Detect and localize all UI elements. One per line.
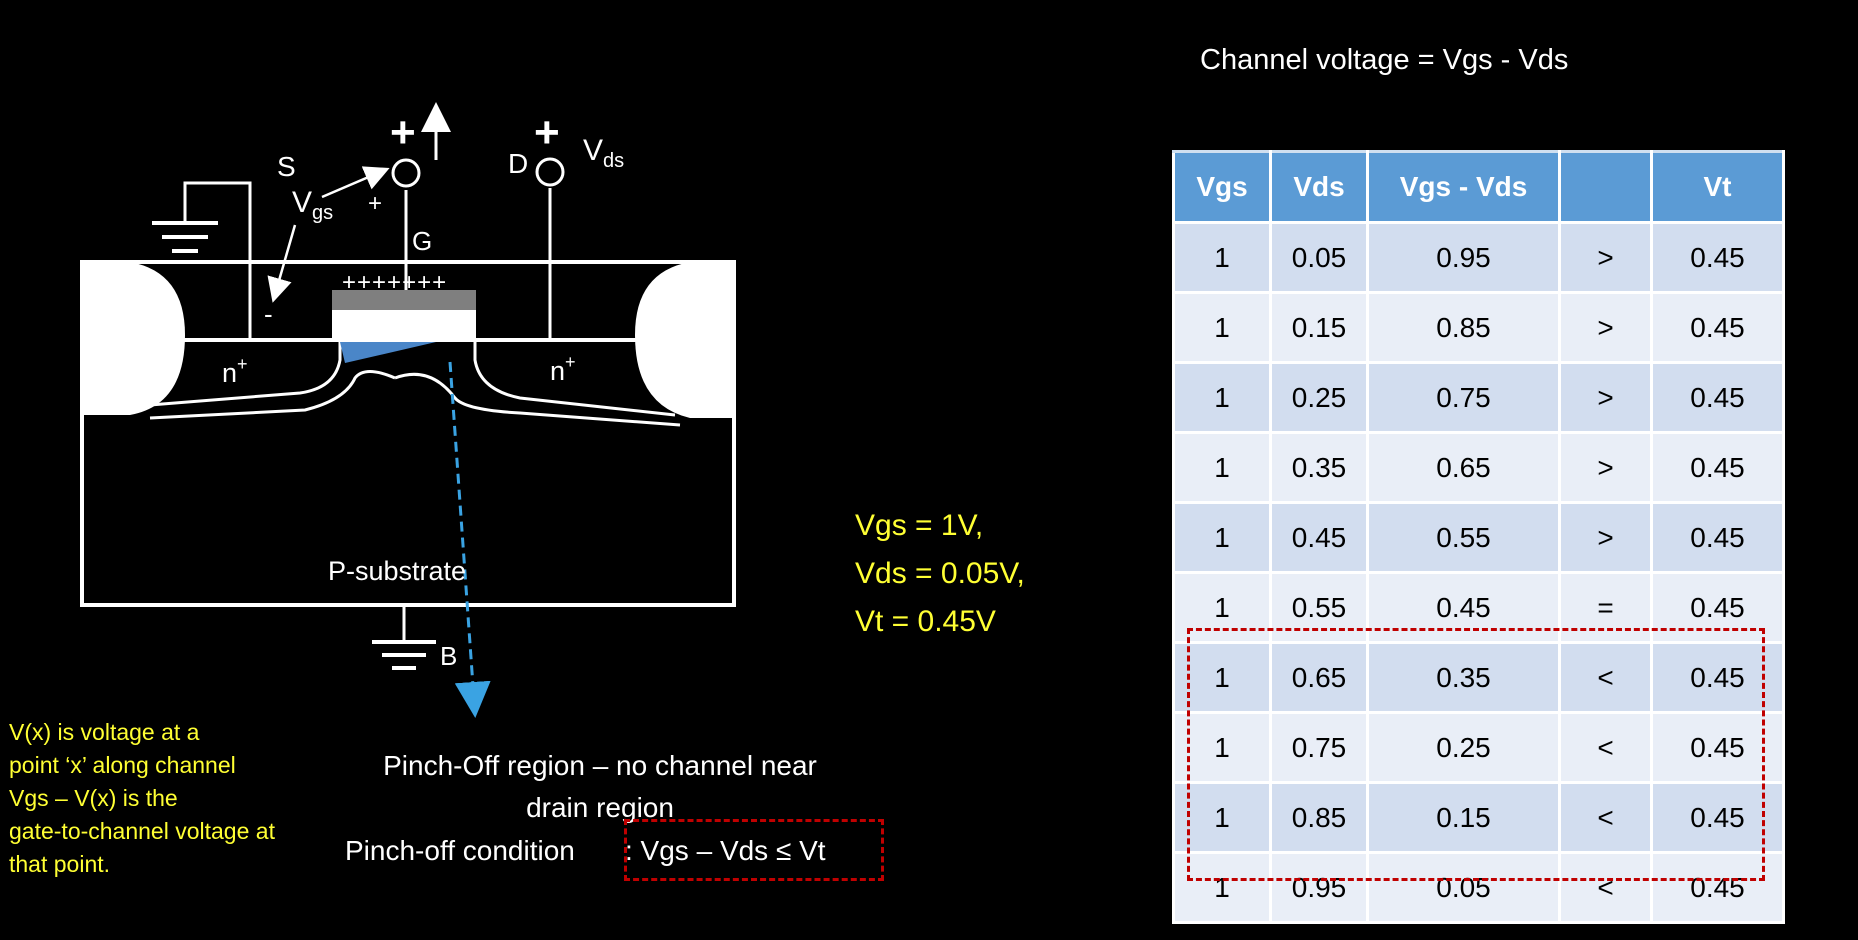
table-row: 1 0.45 0.55 >0.45 (1172, 501, 1785, 574)
note-line-5: that point. (9, 851, 111, 877)
n-right-sup: + (565, 352, 576, 372)
table-row: 1 0.35 0.65 >0.45 (1172, 431, 1785, 504)
drain-terminal-icon (535, 157, 565, 187)
cell-vgs: 1 (1172, 361, 1272, 434)
cell-vt: 0.45 (1650, 291, 1785, 364)
cell-vds: 0.15 (1269, 291, 1369, 364)
cell-vgs: 1 (1172, 431, 1272, 504)
cell-vgs: 1 (1172, 501, 1272, 574)
condition-vgs: Vgs = 1V, (855, 509, 984, 542)
header-vgs-minus-vds: Vgs - Vds (1366, 150, 1561, 224)
source-contact (82, 262, 185, 415)
p-substrate-label: P-substrate (328, 556, 466, 586)
gate-charges: +++++++ (342, 269, 447, 296)
cell-compare: > (1558, 291, 1653, 364)
pinch-off-rows-highlight-box (1187, 628, 1765, 881)
gate-plus-small: + (368, 190, 382, 217)
gate-plus-sign: + (390, 108, 416, 157)
channel-voltage-title: Channel voltage = Vgs - Vds (1200, 44, 1569, 76)
gate-terminal-icon (391, 158, 421, 188)
cell-diff: 0.55 (1366, 501, 1561, 574)
cell-vt: 0.45 (1650, 361, 1785, 434)
n-plus-right-label: n+ (550, 352, 576, 386)
table-row: 1 0.25 0.75 >0.45 (1172, 361, 1785, 434)
drain-contact (635, 262, 734, 418)
channel-voltage-notes: V(x) is voltage at a point ‘x’ along cha… (9, 716, 275, 881)
cell-vt: 0.45 (1650, 221, 1785, 294)
pinch-off-condition-label: Pinch-off condition (345, 835, 575, 866)
inversion-channel (340, 342, 436, 363)
body-label: B (440, 641, 457, 671)
cell-compare: > (1558, 221, 1653, 294)
header-compare (1558, 150, 1653, 224)
n-right-main: n (550, 356, 565, 386)
condition-values: Vgs = 1V, Vds = 0.05V, Vt = 0.45V (855, 502, 1025, 646)
drain-plus-sign: + (534, 108, 560, 157)
n-plus-left-label: n+ (222, 354, 248, 388)
vds-label: Vds (583, 134, 624, 172)
header-vt: Vt (1650, 150, 1785, 224)
vgs-main: V (292, 186, 312, 219)
pinch-off-region-text: Pinch-Off region – no channel near drain… (335, 745, 865, 829)
note-line-2: point ‘x’ along channel (9, 752, 236, 778)
cell-diff: 0.95 (1366, 221, 1561, 294)
gate-poly (332, 310, 476, 338)
cell-compare: > (1558, 501, 1653, 574)
cell-vds: 0.05 (1269, 221, 1369, 294)
table-row: 1 0.15 0.85 >0.45 (1172, 291, 1785, 364)
note-line-1: V(x) is voltage at a (9, 719, 200, 745)
drain-label: D (508, 148, 528, 179)
pinch-off-condition-expression: : Vgs – Vds ≤ Vt (625, 835, 826, 866)
cell-vds: 0.25 (1269, 361, 1369, 434)
header-vgs: Vgs (1172, 150, 1272, 224)
cell-compare: > (1558, 431, 1653, 504)
cell-compare: > (1558, 361, 1653, 434)
cell-vds: 0.35 (1269, 431, 1369, 504)
cell-vgs: 1 (1172, 221, 1272, 294)
vgs-label: Vgs (292, 186, 333, 224)
source-label: S (277, 151, 296, 182)
vgs-sub: gs (312, 202, 333, 224)
minus-label: - (264, 299, 273, 329)
cell-vds: 0.45 (1269, 501, 1369, 574)
cell-diff: 0.85 (1366, 291, 1561, 364)
note-line-4: gate-to-channel voltage at (9, 818, 275, 844)
vds-main: V (583, 134, 603, 167)
n-left-main: n (222, 358, 237, 388)
cell-vt: 0.45 (1650, 431, 1785, 504)
cell-vgs: 1 (1172, 291, 1272, 364)
condition-vt: Vt = 0.45V (855, 605, 996, 638)
vds-sub: ds (603, 150, 624, 172)
cell-vt: 0.45 (1650, 501, 1785, 574)
pinch-region-line-1: Pinch-Off region – no channel near (383, 750, 817, 781)
n-left-sup: + (237, 354, 248, 374)
cell-diff: 0.65 (1366, 431, 1561, 504)
cell-diff: 0.75 (1366, 361, 1561, 434)
table-header-row: Vgs Vds Vgs - Vds Vt (1172, 150, 1785, 224)
table-row: 1 0.05 0.95 >0.45 (1172, 221, 1785, 294)
note-line-3: Vgs – V(x) is the (9, 785, 178, 811)
gate-label: G (412, 226, 432, 256)
condition-vds: Vds = 0.05V, (855, 557, 1025, 590)
header-vds: Vds (1269, 150, 1369, 224)
